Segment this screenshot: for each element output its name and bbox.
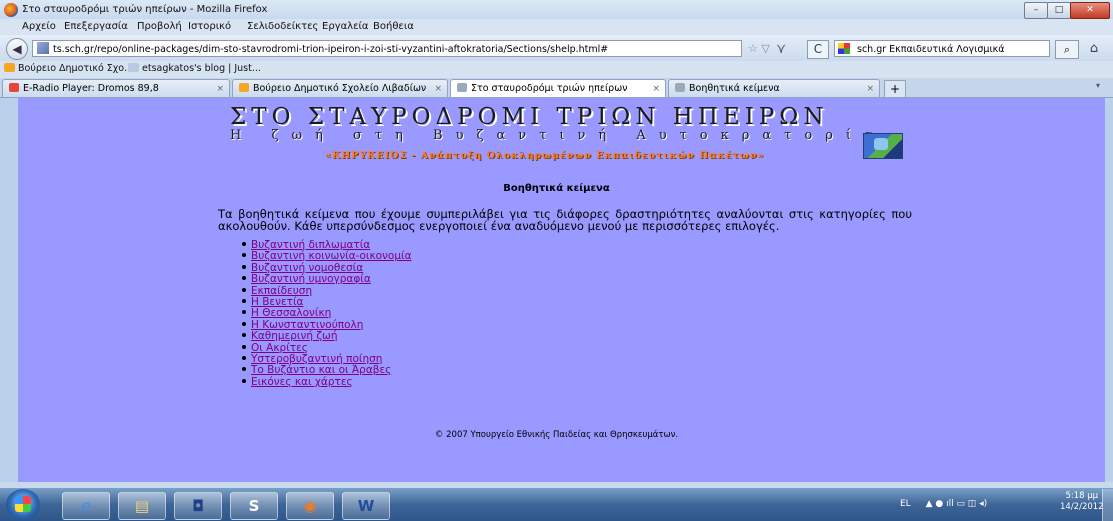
tab-favicon-icon	[675, 83, 685, 92]
list-item: Εικόνες και χάρτες	[242, 376, 412, 388]
menu-edit[interactable]: Επεξεργασία	[64, 21, 128, 32]
tab-eradio[interactable]: E-Radio Player: Dromos 89,8 ×	[2, 79, 230, 97]
window-title: Στο σταυροδρόμι τριών ηπείρων - Mozilla …	[22, 4, 268, 15]
tab-close-icon[interactable]: ×	[652, 80, 660, 97]
page-heading: Βοηθητικά κείμενα	[503, 183, 610, 194]
tab-favicon-icon	[9, 83, 19, 92]
clock-time: 5:18 μμ	[1065, 491, 1099, 501]
link-images-maps[interactable]: Εικόνες και χάρτες	[251, 376, 353, 388]
link-late-byzantine-poetry[interactable]: Υστεροβυζαντινή ποίηση	[251, 353, 382, 365]
tab-close-icon[interactable]: ×	[434, 80, 442, 97]
file-explorer-icon[interactable]: ▤	[118, 492, 166, 520]
search-input[interactable]: sch.gr Εκπαιδευτικά Λογισμικά	[834, 40, 1050, 57]
skype-icon[interactable]: S	[230, 492, 278, 520]
reload-button[interactable]: C	[807, 40, 829, 59]
tab-close-icon[interactable]: ×	[866, 80, 874, 97]
intro-text: Τα βοηθητικά κείμενα που έχουμε συμπεριλ…	[218, 207, 912, 233]
firefox-taskbar-icon[interactable]: ◉	[286, 492, 334, 520]
menu-history[interactable]: Ιστορικό	[188, 21, 231, 32]
start-button[interactable]	[6, 489, 40, 520]
menu-tools[interactable]: Εργαλεία	[322, 21, 368, 32]
menu-view[interactable]: Προβολή	[137, 21, 182, 32]
menu-file[interactable]: Αρχείο	[22, 21, 56, 32]
bookmark-favicon-icon	[128, 63, 139, 72]
back-button[interactable]: ◀	[6, 38, 28, 60]
media-player-icon[interactable]: ◘	[174, 492, 222, 520]
link-venice[interactable]: Η Βενετία	[251, 296, 303, 308]
search-button[interactable]: ⌕	[1055, 40, 1079, 59]
site-title: ΣΤΟ ΣΤΑΥΡΟΔΡΟΜΙ ΤΡΙΩΝ ΗΠΕΙΡΩΝ	[230, 104, 829, 130]
link-akrites[interactable]: Οι Ακρίτες	[251, 342, 308, 354]
new-tab-button[interactable]: +	[884, 80, 906, 98]
minimize-button[interactable]: –	[1024, 2, 1048, 19]
link-education[interactable]: Εκπαίδευση	[251, 285, 312, 297]
address-bar[interactable]: ts.sch.gr/repo/online-packages/dim-sto-s…	[32, 40, 742, 57]
tab-current[interactable]: Στο σταυροδρόμι τριών ηπείρων ×	[450, 79, 666, 97]
word-icon[interactable]: W	[342, 492, 390, 520]
bookmark-favicon-icon	[4, 63, 15, 72]
menu-bookmarks[interactable]: Σελιδοδείκτες	[247, 21, 318, 32]
link-byzantium-arabs[interactable]: Το Βυζάντιο και οι Άραβες	[251, 364, 391, 376]
tab-school[interactable]: Βούρειο Δημοτικό Σχολείο Λιβαδίων ×	[232, 79, 448, 97]
close-button[interactable]: ✕	[1070, 2, 1110, 19]
windows-logo-icon	[15, 496, 31, 512]
link-byzantine-society[interactable]: Βυζαντινή κοινωνία-οικονομία	[251, 250, 412, 262]
tab-favicon-icon	[239, 83, 249, 92]
link-constantinople[interactable]: Η Κωνσταντινούπολη	[251, 319, 363, 331]
system-tray: EL ▲ ● ıll ▭ ◫ ◂)	[900, 499, 987, 509]
page-footer: © 2007 Υπουργείο Εθνικής Παιδείας και Θρ…	[434, 430, 679, 440]
tab-help-texts[interactable]: Βοηθητικά κείμενα ×	[668, 79, 880, 97]
menu-help[interactable]: Βοήθεια	[373, 21, 414, 32]
site-subtitle: Η ζωή στη Βυζαντινή Αυτοκρατορία	[230, 128, 886, 143]
show-desktop-button[interactable]	[1102, 489, 1113, 521]
language-indicator[interactable]: EL	[900, 499, 911, 509]
site-identity-icon[interactable]	[37, 42, 49, 54]
title-bar: Στο σταυροδρόμι τριών ηπείρων - Mozilla …	[0, 0, 1113, 21]
search-engine-icon[interactable]	[838, 43, 850, 54]
clock[interactable]: 5:18 μμ 14/2/2012	[1060, 491, 1104, 513]
link-byzantine-law[interactable]: Βυζαντινή νομοθεσία	[251, 262, 363, 274]
tray-icons[interactable]: ▲ ● ıll ▭ ◫ ◂)	[926, 499, 988, 509]
link-thessaloniki[interactable]: Η Θεσσαλονίκη	[251, 307, 331, 319]
bookmark-star-icon[interactable]: ☆ ▽	[748, 42, 770, 55]
tab-close-icon[interactable]: ×	[216, 80, 224, 97]
maximize-button[interactable]: □	[1047, 2, 1071, 19]
link-byzantine-diplomacy[interactable]: Βυζαντινή διπλωματία	[251, 239, 370, 251]
category-link-list: Βυζαντινή διπλωματία Βυζαντινή κοινωνία-…	[242, 239, 412, 388]
puzzle-logo-icon[interactable]	[863, 133, 903, 159]
firefox-icon	[4, 3, 18, 17]
tab-favicon-icon	[457, 83, 467, 92]
link-daily-life[interactable]: Καθημερινή ζωή	[251, 330, 337, 342]
bookmark-item[interactable]: etsagkatos's blog | Just...	[128, 63, 261, 74]
project-banner: «ΚΗΡΥΚΕΙΟΣ - Ανάπτυξη Ολοκληρωμένων Εκπα…	[325, 150, 765, 161]
link-byzantine-hymnography[interactable]: Βυζαντινή υμνογραφία	[251, 273, 371, 285]
url-text: ts.sch.gr/repo/online-packages/dim-sto-s…	[53, 44, 609, 55]
clock-date: 14/2/2012	[1060, 502, 1104, 512]
bookmarks-menu-icon[interactable]: ⋎	[776, 41, 786, 57]
tab-list-icon[interactable]: ▾	[1096, 81, 1100, 90]
home-button[interactable]: ⌂	[1082, 40, 1106, 57]
internet-explorer-icon[interactable]: e	[62, 492, 110, 520]
bookmark-item[interactable]: Βούρειο Δημοτικό Σχο...	[4, 63, 133, 74]
